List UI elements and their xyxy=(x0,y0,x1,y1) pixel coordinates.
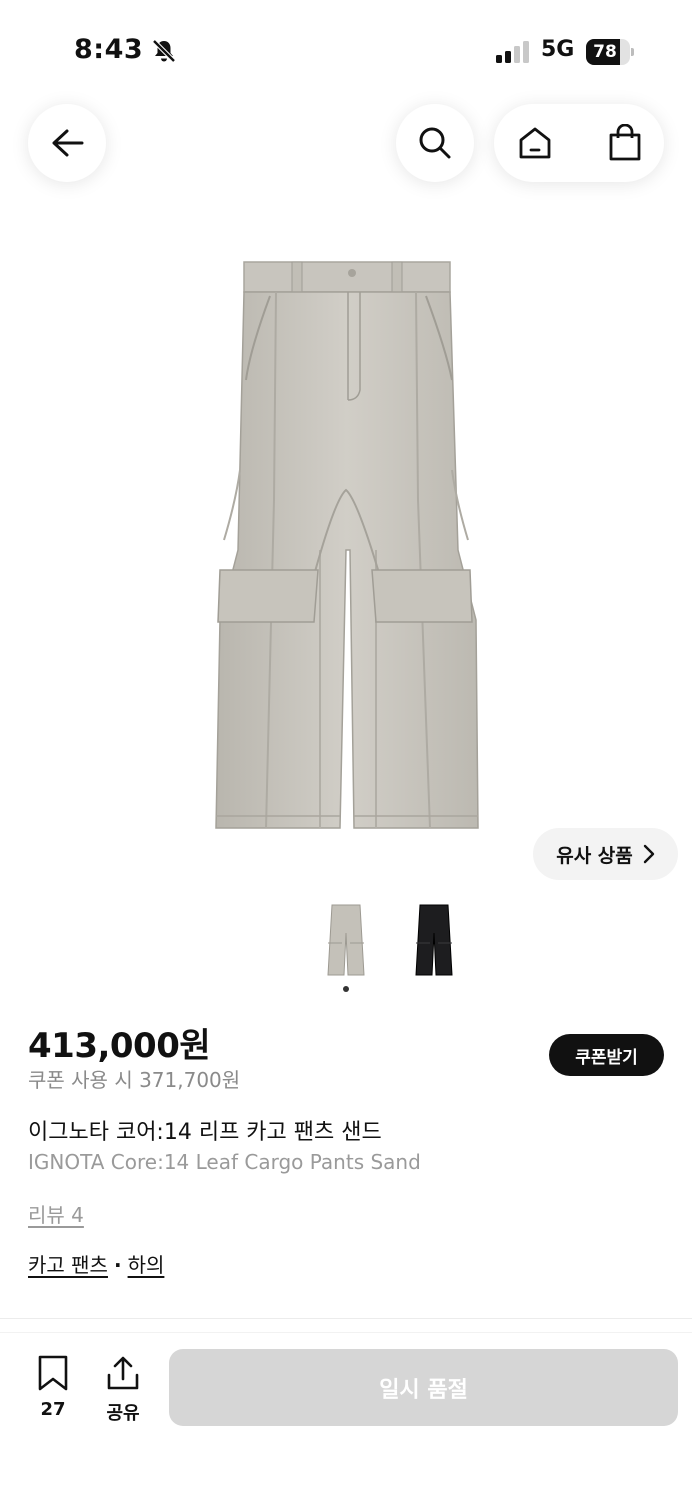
cellular-signal-icon xyxy=(496,41,529,63)
category-link-bottoms[interactable]: 하의 xyxy=(128,1253,165,1277)
color-thumbnails xyxy=(318,900,478,982)
back-button[interactable] xyxy=(28,104,106,182)
similar-products-button[interactable]: 유사 상품 xyxy=(533,828,678,880)
thumbnail-sand[interactable] xyxy=(318,900,374,980)
pants-black-thumbnail xyxy=(415,904,453,976)
bookmark-icon xyxy=(38,1355,68,1391)
shopping-bag-icon xyxy=(609,124,641,161)
search-button[interactable] xyxy=(396,104,474,182)
share-label: 공유 xyxy=(106,1403,140,1424)
home-button[interactable] xyxy=(500,104,570,182)
search-icon xyxy=(419,127,451,159)
product-title-korean: 이그노타 코어:14 리프 카고 팬츠 샌드 xyxy=(28,1120,382,1145)
sold-out-button[interactable]: 일시 품절 xyxy=(169,1349,678,1426)
bell-off-icon xyxy=(152,39,176,63)
chevron-right-icon xyxy=(643,844,654,864)
share-icon xyxy=(107,1356,139,1390)
divider xyxy=(0,1318,692,1319)
breadcrumb-separator: · xyxy=(113,1253,122,1277)
divider xyxy=(0,1332,692,1333)
product-price: 413,000원 xyxy=(28,1026,211,1066)
carousel-indicator-dot xyxy=(343,986,349,992)
network-type: 5G xyxy=(541,37,575,62)
status-time: 8:43 xyxy=(74,34,144,65)
product-image[interactable] xyxy=(200,250,492,840)
status-bar: 8:43 5G 78 xyxy=(0,0,692,100)
home-icon xyxy=(519,127,551,159)
bookmark-button[interactable]: 27 xyxy=(30,1355,76,1425)
similar-products-label: 유사 상품 xyxy=(556,844,633,867)
share-button[interactable]: 공유 xyxy=(100,1355,146,1425)
battery-percent: 78 xyxy=(593,42,617,62)
cart-button[interactable] xyxy=(590,104,660,182)
review-link[interactable]: 리뷰 4 xyxy=(28,1199,84,1228)
thumbnail-black[interactable] xyxy=(406,900,462,980)
nav-pill xyxy=(494,104,664,182)
pants-sand-thumbnail xyxy=(327,904,365,976)
get-coupon-button[interactable]: 쿠폰받기 xyxy=(549,1034,664,1076)
back-arrow-icon xyxy=(52,129,84,157)
category-link-cargo-pants[interactable]: 카고 팬츠 xyxy=(28,1253,108,1277)
coupon-price: 쿠폰 사용 시 371,700원 xyxy=(28,1068,241,1092)
battery-icon: 78 xyxy=(586,39,634,65)
bookmark-count: 27 xyxy=(40,1399,66,1420)
category-breadcrumb: 카고 팬츠 · 하의 xyxy=(28,1249,164,1278)
product-title-english: IGNOTA Core:14 Leaf Cargo Pants Sand xyxy=(28,1150,421,1174)
